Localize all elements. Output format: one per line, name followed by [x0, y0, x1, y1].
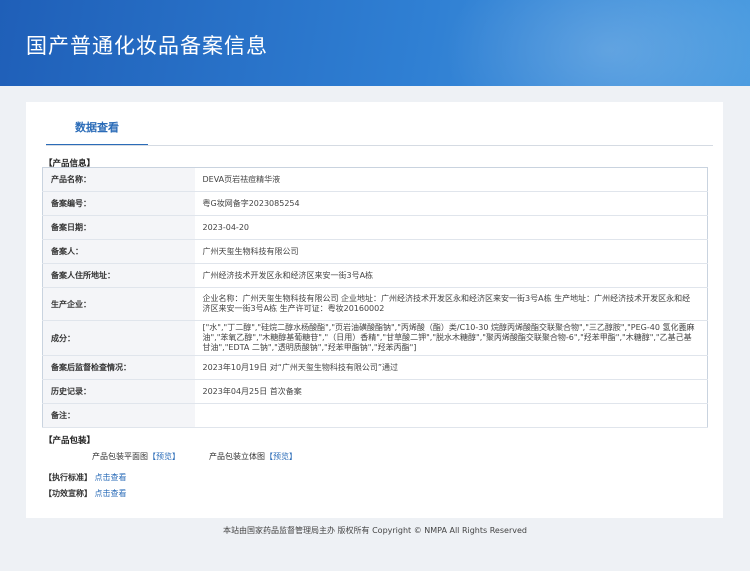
tab-divider [46, 145, 713, 146]
table-row: 备案人住所地址： 广州经济技术开发区永和经济区来安一街3号A栋 [42, 263, 708, 288]
packaging-3d-preview-link[interactable]: 【预览】 [265, 452, 297, 461]
row-value: 2023-04-20 [194, 215, 708, 240]
table-row: 备注： [42, 403, 708, 428]
table-row: 生产企业： 企业名称：广州天玺生物科技有限公司 企业地址：广州经济技术开发区永和… [42, 287, 708, 321]
row-label: 备案人： [42, 239, 195, 264]
efficacy-view-link[interactable]: 点击查看 [95, 489, 127, 498]
content-card: 数据查看 【产品信息】 产品名称： DEVA页岩祛痘精华液 备案编号： 粤G妆网… [26, 102, 723, 518]
table-row: 备案人： 广州天玺生物科技有限公司 [42, 239, 708, 264]
packaging-3d-label: 产品包装立体图 [209, 452, 265, 461]
footer-copyright: 本站由国家药品监督管理局主办 版权所有 Copyright © NMPA All… [223, 526, 527, 535]
standard-view-link[interactable]: 点击查看 [95, 473, 127, 482]
table-row: 历史记录： 2023年04月25日 首次备案 [42, 379, 708, 404]
tab-label: 数据查看 [75, 121, 119, 134]
row-value: 广州天玺生物科技有限公司 [194, 239, 708, 264]
row-label: 备案后监督检查情况： [42, 355, 195, 380]
efficacy-label: 【功效宣称】 [44, 489, 92, 498]
standard-label: 【执行标准】 [44, 473, 92, 482]
table-row: 备案编号： 粤G妆网备字2023085254 [42, 191, 708, 216]
tab-data-view[interactable]: 数据查看 [46, 116, 148, 146]
row-value: ["水","丁二醇","硅烷二醇水杨酸酯","页岩油磺酸酯钠","丙烯酸（酯）类… [194, 320, 708, 356]
product-info-table: 产品名称： DEVA页岩祛痘精华液 备案编号： 粤G妆网备字2023085254… [42, 167, 708, 428]
row-label: 备案编号： [42, 191, 195, 216]
row-value: 2023年10月19日 对“广州天玺生物科技有限公司”通过 [194, 355, 708, 380]
row-value: DEVA页岩祛痘精华液 [194, 167, 708, 192]
table-row: 产品名称： DEVA页岩祛痘精华液 [42, 167, 708, 192]
packaging-flat-label: 产品包装平面图 [92, 452, 148, 461]
packaging-3d-item: 产品包装立体图【预览】 [209, 451, 297, 462]
packaging-flat-preview-link[interactable]: 【预览】 [148, 452, 180, 461]
row-value [194, 403, 708, 428]
row-label: 备案人住所地址： [42, 263, 195, 288]
row-label: 备注： [42, 403, 195, 428]
efficacy-row: 【功效宣称】 点击查看 [44, 488, 127, 499]
banner-glow [430, 0, 750, 86]
header-banner: 国产普通化妆品备案信息 [0, 0, 750, 86]
table-row: 成分： ["水","丁二醇","硅烷二醇水杨酸酯","页岩油磺酸酯钠","丙烯酸… [42, 320, 708, 356]
standard-row: 【执行标准】 点击查看 [44, 472, 127, 483]
row-value: 2023年04月25日 首次备案 [194, 379, 708, 404]
row-value: 广州经济技术开发区永和经济区来安一街3号A栋 [194, 263, 708, 288]
row-value: 企业名称：广州天玺生物科技有限公司 企业地址：广州经济技术开发区永和经济区来安一… [194, 287, 708, 321]
table-row: 备案后监督检查情况： 2023年10月19日 对“广州天玺生物科技有限公司”通过 [42, 355, 708, 380]
packaging-section-title: 【产品包装】 [44, 436, 96, 446]
row-label: 备案日期： [42, 215, 195, 240]
row-value: 粤G妆网备字2023085254 [194, 191, 708, 216]
packaging-flat-item: 产品包装平面图【预览】 [92, 451, 180, 462]
page-title: 国产普通化妆品备案信息 [26, 34, 268, 58]
row-label: 历史记录： [42, 379, 195, 404]
row-label: 成分： [42, 320, 195, 356]
row-label: 生产企业： [42, 287, 195, 321]
table-row: 备案日期： 2023-04-20 [42, 215, 708, 240]
row-label: 产品名称： [42, 167, 195, 192]
